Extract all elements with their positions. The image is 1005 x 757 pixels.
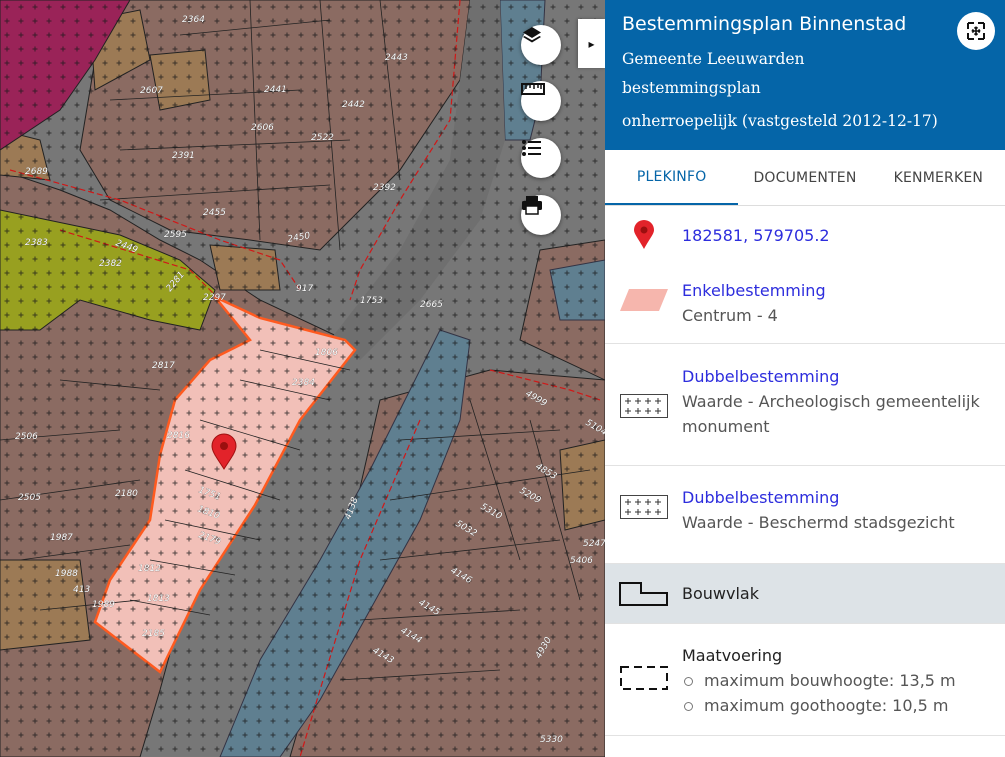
printer-icon [522,196,542,215]
zoom-to-extent-button[interactable] [957,12,995,50]
plot-number-label: 2606 [251,123,274,133]
collapse-panel-button[interactable]: ▸ [578,19,605,68]
map-view[interactable]: 2364 2443 2607 2441 2442 2606 2522 2391 2689 2392… [0,0,605,757]
dubbelbestemming-swatch-icon [620,394,668,418]
panel-tabs: PLEKINFO DOCUMENTEN KENMERKEN [605,150,1005,206]
plot-number-label: 2180 [115,489,138,499]
plot-number-label: 1988 [55,569,78,579]
plot-number-label: 2455 [203,208,226,218]
plot-number-label: 1753 [360,296,383,306]
plot-number-label: 2441 [264,85,287,95]
layers-icon [523,27,541,43]
layers-button[interactable] [521,25,561,65]
plot-number-label: 2665 [420,300,443,310]
dubbelbestemming-value: Waarde - Archeologisch gemeentelijk monu… [682,392,980,436]
plot-number-label: 2607 [140,86,163,96]
bouwvlak-title: Bouwvlak [682,584,759,603]
plan-type: bestemmingsplan [622,79,761,97]
maatvoering-title: Maatvoering [682,646,783,665]
plan-title: Bestemmingsplan Binnenstad [622,13,907,35]
enkelbestemming-value: Centrum - 4 [682,306,778,325]
plot-number-label: 2506 [15,432,38,442]
measure-button[interactable] [521,81,561,121]
bouwvlak-icon [619,581,668,606]
tab-plekinfo[interactable]: PLEKINFO [605,150,739,205]
plot-number-label: 5406 [570,556,593,566]
bouwvlak-row[interactable]: Bouwvlak [605,564,1005,624]
enkelbestemming-title[interactable]: Enkelbestemming [682,278,826,303]
plot-number-label: 2382 [99,259,122,269]
plot-number-label: 2522 [311,133,334,143]
plot-number-label: 5247 [583,539,605,549]
plan-status: onherroepelijk (vastgesteld 2012-12-17) [622,112,938,130]
list-icon [522,140,541,156]
plot-number-label: 1989 [92,600,115,610]
plot-number-label: 2383 [25,238,48,248]
enkelbestemming-row[interactable]: Enkelbestemming Centrum - 4 [605,264,1005,344]
plot-number-label: 2816 [167,431,190,441]
print-button[interactable] [521,195,561,235]
tab-kenmerken[interactable]: KENMERKEN [872,150,1005,205]
plot-number-label: 2689 [25,167,48,177]
coordinates-row: 182581, 579705.2 [605,206,1005,264]
plot-number-label: 2297 [203,293,226,303]
plot-number-label: 1987 [50,533,73,543]
plot-number-label: 2595 [164,230,187,240]
panel-header: Bestemmingsplan Binnenstad Gemeente Leeu… [605,0,1005,150]
plot-number-label: 2817 [152,361,175,371]
dubbelbestemming-swatch-icon [620,495,668,519]
plot-number-label: 1813 [147,594,170,604]
dubbelbestemming-row[interactable]: Dubbelbestemming Waarde - Archeologisch … [605,344,1005,466]
plot-number-label: 1812 [138,564,161,574]
dubbelbestemming-title[interactable]: Dubbelbestemming [682,485,955,510]
plot-number-label: 5330 [540,735,563,745]
plot-number-label: 917 [296,284,313,294]
chevron-right-icon: ▸ [588,36,595,51]
plot-number-label: 2364 [182,15,205,25]
dubbelbestemming-value: Waarde - Beschermd stadsgezicht [682,513,955,532]
maatvoering-bouwhoogte: maximum bouwhoogte: 13,5 m [682,668,956,693]
maatvoering-row: Maatvoering maximum bouwhoogte: 13,5 m m… [605,624,1005,736]
ruler-icon [521,83,545,95]
tab-documenten[interactable]: DOCUMENTEN [738,150,871,205]
plot-number-label: 2392 [373,183,396,193]
coordinates-value[interactable]: 182581, 579705.2 [669,223,830,248]
plot-number-label: 2185 [142,629,165,639]
dubbelbestemming-title[interactable]: Dubbelbestemming [682,364,1005,389]
enkelbestemming-swatch-icon [620,289,668,311]
info-panel: Bestemmingsplan Binnenstad Gemeente Leeu… [605,0,1005,757]
plot-number-label: 2442 [342,100,365,110]
zoom-extent-icon [967,22,985,40]
map-canvas[interactable]: 2364 2443 2607 2441 2442 2606 2522 2391 2689 2392… [0,0,605,757]
plot-number-label: 2391 [172,151,195,161]
plot-number-label: 2384 [292,378,315,388]
plot-number-label: 1806 [315,348,338,358]
dubbelbestemming-row[interactable]: Dubbelbestemming Waarde - Beschermd stad… [605,466,1005,564]
plot-number-label: 413 [73,585,90,595]
maatvoering-icon [620,666,668,690]
maatvoering-goothoogte: maximum goothoogte: 10,5 m [682,693,956,718]
plot-number-label: 2505 [18,493,41,503]
legend-button[interactable] [521,138,561,178]
location-pin-icon [634,220,654,249]
plot-number-label: 2443 [385,53,408,63]
municipality-name: Gemeente Leeuwarden [622,50,805,68]
